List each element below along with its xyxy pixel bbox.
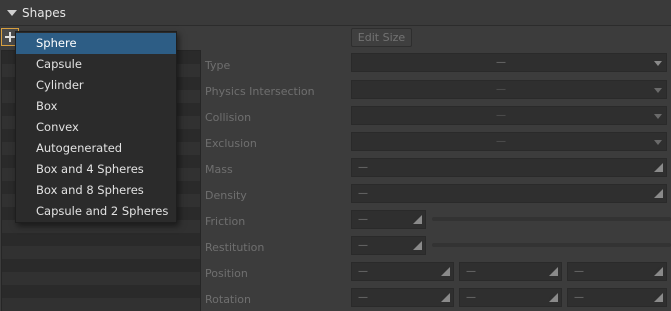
friction-field[interactable]: — [351, 210, 426, 229]
type-label: Type [205, 59, 231, 72]
edit-size-button[interactable]: Edit Size [351, 28, 412, 47]
panel-title: Shapes [22, 6, 66, 20]
list-row [2, 233, 200, 246]
drag-handle-icon[interactable] [549, 293, 558, 302]
rotation-z-value: — [574, 292, 584, 303]
position-y-value: — [466, 266, 476, 277]
position-z-field[interactable]: — [567, 262, 667, 281]
exclusion-select[interactable]: — [351, 132, 667, 151]
rotation-z-field[interactable]: — [567, 288, 667, 307]
restitution-value: — [358, 240, 368, 251]
menu-item-box[interactable]: Box [16, 96, 176, 117]
position-label: Position [205, 267, 248, 280]
chevron-down-icon [654, 114, 662, 119]
drag-handle-icon[interactable] [654, 189, 663, 198]
collision-value: — [496, 110, 506, 121]
drag-handle-icon[interactable] [549, 267, 558, 276]
physics-intersection-select[interactable]: — [351, 80, 667, 99]
list-row [2, 298, 200, 311]
chevron-down-icon [654, 140, 662, 145]
rotation-label: Rotation [205, 293, 252, 306]
friction-label: Friction [205, 215, 246, 228]
chevron-down-icon [654, 88, 662, 93]
menu-item-capsule-and-2-spheres[interactable]: Capsule and 2 Spheres [16, 201, 176, 222]
position-x-value: — [358, 266, 368, 277]
type-value: — [496, 57, 506, 68]
restitution-label: Restitution [205, 241, 265, 254]
density-label: Density [205, 189, 247, 202]
menu-item-capsule[interactable]: Capsule [16, 54, 176, 75]
drag-handle-icon[interactable] [413, 241, 422, 250]
friction-slider[interactable] [432, 217, 671, 221]
menu-item-box-and-8-spheres[interactable]: Box and 8 Spheres [16, 180, 176, 201]
collision-label: Collision [205, 111, 252, 124]
drag-handle-icon[interactable] [413, 215, 422, 224]
rotation-x-field[interactable]: — [351, 288, 454, 307]
list-row [2, 285, 200, 298]
density-value: — [358, 188, 368, 199]
position-z-value: — [574, 266, 584, 277]
position-x-field[interactable]: — [351, 262, 454, 281]
mass-field[interactable]: — [351, 158, 667, 177]
menu-item-autogenerated[interactable]: Autogenerated [16, 138, 176, 159]
position-y-field[interactable]: — [459, 262, 562, 281]
collapse-triangle-icon[interactable] [7, 10, 17, 16]
restitution-field[interactable]: — [351, 236, 426, 255]
mass-value: — [358, 162, 368, 173]
mass-label: Mass [205, 163, 233, 176]
add-shape-menu[interactable]: Sphere Capsule Cylinder Box Convex Autog… [15, 31, 177, 223]
density-field[interactable]: — [351, 184, 667, 203]
menu-item-cylinder[interactable]: Cylinder [16, 75, 176, 96]
rotation-y-field[interactable]: — [459, 288, 562, 307]
list-row [2, 259, 200, 272]
list-row [2, 246, 200, 259]
exclusion-label: Exclusion [205, 137, 257, 150]
physics-intersection-label: Physics Intersection [205, 85, 315, 98]
menu-item-sphere[interactable]: Sphere [16, 33, 176, 54]
chevron-down-icon [654, 61, 662, 66]
rotation-y-value: — [466, 292, 476, 303]
physics-intersection-value: — [496, 84, 506, 95]
shapes-panel-header[interactable]: Shapes [0, 0, 671, 26]
drag-handle-icon[interactable] [654, 293, 663, 302]
drag-handle-icon[interactable] [441, 293, 450, 302]
list-row [2, 272, 200, 285]
restitution-slider[interactable] [432, 243, 671, 247]
drag-handle-icon[interactable] [654, 163, 663, 172]
collision-select[interactable]: — [351, 106, 667, 125]
rotation-x-value: — [358, 292, 368, 303]
type-select[interactable]: — [351, 53, 667, 72]
menu-item-box-and-4-spheres[interactable]: Box and 4 Spheres [16, 159, 176, 180]
drag-handle-icon[interactable] [441, 267, 450, 276]
exclusion-value: — [496, 136, 506, 147]
drag-handle-icon[interactable] [654, 267, 663, 276]
friction-value: — [358, 214, 368, 225]
menu-item-convex[interactable]: Convex [16, 117, 176, 138]
